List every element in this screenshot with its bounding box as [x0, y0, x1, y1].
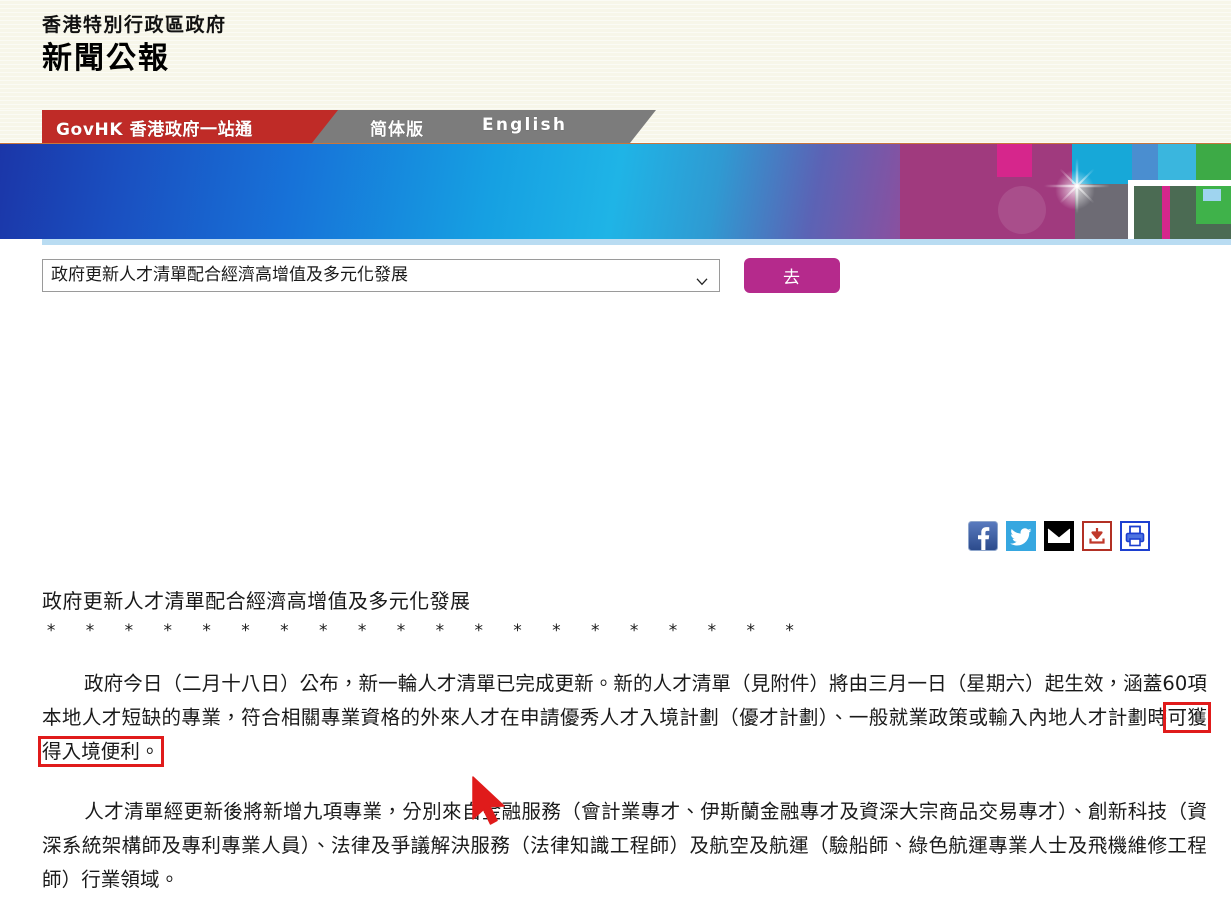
email-icon[interactable]: [1044, 521, 1074, 551]
article-star-divider: * * * * * * * * * * * * * * * * * * * *: [46, 621, 804, 641]
site-banner: [0, 143, 1231, 239]
chevron-down-icon[interactable]: [695, 268, 709, 285]
page-content: 政府更新人才清單配合經濟高增值及多元化發展 去 政府更新人才清單配合經濟高增值及…: [0, 245, 1231, 891]
go-button[interactable]: 去: [744, 258, 840, 293]
banner-shape-circle: [998, 186, 1046, 234]
article-paragraph-1: 政府今日（二月十八日）公布，新一輪人才清單已完成更新。新的人才清單（見附件）將由…: [37, 667, 1212, 769]
masthead-inner: 香港特別行政區政府 新聞公報: [0, 0, 1231, 77]
facebook-icon[interactable]: [968, 521, 998, 551]
banner-shape-magenta-square: [997, 144, 1032, 177]
article-paragraph-2: 人才清單經更新後將新增九項專業，分別來自金融服務（會計業專才、伊斯蘭金融專才及資…: [42, 795, 1207, 897]
paragraph-2-text: 人才清單經更新後將新增九項專業，分別來自金融服務（會計業專才、伊斯蘭金融專才及資…: [42, 800, 1207, 891]
banner-shape-white-frame: [1128, 180, 1231, 239]
banner-star-sparkle: [1042, 156, 1112, 216]
tab-govhk-label[interactable]: GovHK 香港政府一站通: [56, 115, 253, 140]
government-name: 香港特別行政區政府: [42, 14, 227, 36]
news-select[interactable]: 政府更新人才清單配合經濟高增值及多元化發展: [42, 259, 720, 292]
article: 政府更新人才清單配合經濟高增值及多元化發展 * * * * * * * * * …: [37, 587, 1212, 917]
site-title: 新聞公報: [42, 40, 170, 76]
top-tab-strip: GovHK 香港政府一站通 简体版 English: [0, 110, 1231, 143]
news-toolbar: 政府更新人才清單配合經濟高增值及多元化發展 去: [0, 245, 1231, 305]
print-icon[interactable]: [1119, 520, 1151, 552]
article-title: 政府更新人才清單配合經濟高增值及多元化發展: [42, 589, 471, 613]
download-icon[interactable]: [1081, 520, 1113, 552]
twitter-icon[interactable]: [1006, 521, 1036, 551]
banner-artwork: [900, 144, 1231, 239]
social-share-bar: [968, 520, 1151, 552]
tab-english[interactable]: English: [482, 115, 567, 135]
news-select-value: 政府更新人才清單配合經濟高增值及多元化發展: [51, 265, 408, 285]
paragraph-1-text: 政府今日（二月十八日）公布，新一輪人才清單已完成更新。新的人才清單（見附件）將由…: [42, 672, 1207, 729]
masthead: 香港特別行政區政府 新聞公報: [0, 0, 1231, 110]
banner-shape-cyan-light: [1158, 144, 1198, 184]
tab-simplified-chinese[interactable]: 简体版: [370, 115, 424, 140]
